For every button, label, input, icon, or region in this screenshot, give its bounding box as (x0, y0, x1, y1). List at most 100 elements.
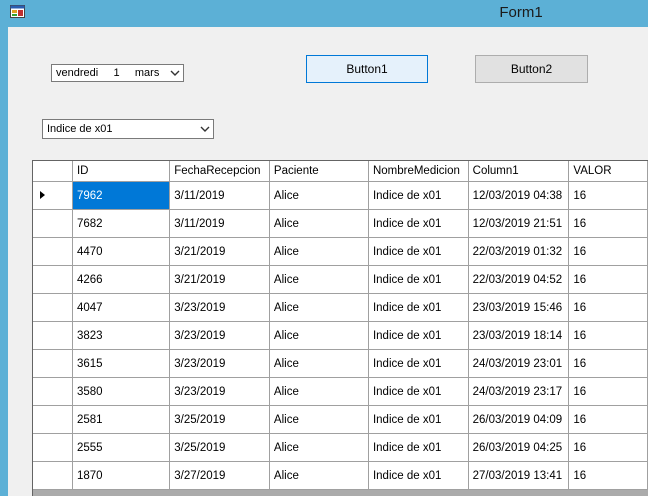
table-cell[interactable]: Alice (269, 377, 369, 406)
table-row[interactable]: 4266 3/21/2019 Alice Indice de x01 22/03/201… (33, 265, 648, 294)
row-header[interactable] (33, 237, 73, 266)
table-row[interactable]: 3823 3/23/2019 Alice Indice de x01 23/03/201… (33, 321, 648, 350)
table-cell[interactable]: 16 (568, 433, 648, 462)
table-row[interactable]: 4047 3/23/2019 Alice Indice de x01 23/03/201… (33, 293, 648, 322)
table-cell[interactable]: 3/21/2019 (169, 265, 270, 294)
table-cell[interactable]: 16 (568, 293, 648, 322)
row-header[interactable] (33, 377, 73, 406)
table-row[interactable]: 4470 3/21/2019 Alice Indice de x01 22/03/201… (33, 237, 648, 266)
table-cell[interactable]: Alice (269, 265, 369, 294)
column-header[interactable]: Column1 (468, 161, 570, 182)
table-row[interactable]: 2581 3/25/2019 Alice Indice de x01 26/03/201… (33, 405, 648, 434)
table-cell[interactable]: 3580 (72, 377, 171, 406)
column-header[interactable]: ID (72, 161, 171, 182)
table-cell[interactable]: 24/03/2019 23:01 (468, 349, 570, 378)
table-cell[interactable]: Indice de x01 (368, 461, 469, 490)
table-cell[interactable]: 16 (568, 237, 648, 266)
row-header[interactable] (33, 181, 73, 210)
table-cell[interactable]: 3615 (72, 349, 171, 378)
button1[interactable]: Button1 (306, 55, 428, 83)
row-header[interactable] (33, 433, 73, 462)
table-cell[interactable]: 16 (568, 265, 648, 294)
table-cell[interactable]: Indice de x01 (368, 293, 469, 322)
table-cell[interactable]: Alice (269, 433, 369, 462)
table-cell[interactable]: 3/11/2019 (169, 209, 270, 238)
measurement-combobox[interactable]: Indice de x01 (42, 119, 214, 139)
table-cell[interactable]: 24/03/2019 23:17 (468, 377, 570, 406)
column-header[interactable]: NombreMedicion (368, 161, 469, 182)
table-cell[interactable]: Indice de x01 (368, 405, 469, 434)
row-header[interactable] (33, 265, 73, 294)
table-cell[interactable]: 7962 (72, 181, 171, 210)
row-header[interactable] (33, 349, 73, 378)
table-cell[interactable]: 27/03/2019 13:41 (468, 461, 570, 490)
header-corner[interactable] (33, 161, 73, 182)
table-cell[interactable]: Indice de x01 (368, 321, 469, 350)
table-cell[interactable]: 2555 (72, 433, 171, 462)
row-header[interactable] (33, 405, 73, 434)
button2[interactable]: Button2 (475, 55, 588, 83)
table-cell[interactable]: Indice de x01 (368, 209, 469, 238)
table-cell[interactable]: 3/23/2019 (169, 321, 270, 350)
table-cell[interactable]: 7682 (72, 209, 171, 238)
table-cell[interactable]: Alice (269, 181, 369, 210)
row-header[interactable] (33, 461, 73, 490)
table-cell[interactable]: 3823 (72, 321, 171, 350)
title-bar[interactable]: Form1 (0, 0, 648, 27)
table-cell[interactable]: 3/23/2019 (169, 349, 270, 378)
table-cell[interactable]: 16 (568, 377, 648, 406)
column-header[interactable]: VALOR (568, 161, 648, 182)
table-cell[interactable]: 16 (568, 209, 648, 238)
table-cell[interactable]: Alice (269, 349, 369, 378)
table-cell[interactable]: 26/03/2019 04:25 (468, 433, 570, 462)
date-picker[interactable]: vendredi 1 mars (51, 64, 184, 82)
row-header[interactable] (33, 293, 73, 322)
table-cell[interactable]: 23/03/2019 15:46 (468, 293, 570, 322)
table-cell[interactable]: 16 (568, 461, 648, 490)
table-cell[interactable]: Alice (269, 293, 369, 322)
table-cell[interactable]: 3/21/2019 (169, 237, 270, 266)
table-cell[interactable]: Indice de x01 (368, 377, 469, 406)
table-cell[interactable]: 12/03/2019 04:38 (468, 181, 570, 210)
table-cell[interactable]: 3/23/2019 (169, 377, 270, 406)
table-cell[interactable]: 12/03/2019 21:51 (468, 209, 570, 238)
table-cell[interactable]: 16 (568, 321, 648, 350)
chevron-down-icon[interactable] (200, 124, 210, 134)
table-cell[interactable]: 3/11/2019 (169, 181, 270, 210)
table-cell[interactable]: 3/23/2019 (169, 293, 270, 322)
table-cell[interactable]: Alice (269, 237, 369, 266)
table-row[interactable]: 2555 3/25/2019 Alice Indice de x01 26/03/201… (33, 433, 648, 462)
row-header[interactable] (33, 209, 73, 238)
column-header[interactable]: Paciente (269, 161, 369, 182)
table-cell[interactable]: 22/03/2019 01:32 (468, 237, 570, 266)
data-grid[interactable]: ID FechaRecepcion Paciente NombreMedicio… (32, 160, 648, 496)
table-cell[interactable]: 16 (568, 349, 648, 378)
table-row[interactable]: 1870 3/27/2019 Alice Indice de x01 27/03/201… (33, 461, 648, 490)
table-row[interactable]: 3580 3/23/2019 Alice Indice de x01 24/03/201… (33, 377, 648, 406)
table-row[interactable]: 7682 3/11/2019 Alice Indice de x01 12/03/201… (33, 209, 648, 238)
table-cell[interactable]: Alice (269, 209, 369, 238)
table-cell[interactable]: Alice (269, 321, 369, 350)
table-cell[interactable]: Indice de x01 (368, 349, 469, 378)
table-cell[interactable]: Indice de x01 (368, 265, 469, 294)
table-cell[interactable]: Alice (269, 461, 369, 490)
table-cell[interactable]: Alice (269, 405, 369, 434)
table-cell[interactable]: 4047 (72, 293, 171, 322)
table-cell[interactable]: 22/03/2019 04:52 (468, 265, 570, 294)
row-header[interactable] (33, 321, 73, 350)
table-cell[interactable]: Indice de x01 (368, 237, 469, 266)
chevron-down-icon[interactable] (170, 68, 180, 78)
table-cell[interactable]: 3/25/2019 (169, 433, 270, 462)
table-row[interactable]: 7962 3/11/2019 Alice Indice de x01 12/03/201… (33, 181, 648, 210)
table-cell[interactable]: 3/25/2019 (169, 405, 270, 434)
table-row[interactable]: 3615 3/23/2019 Alice Indice de x01 24/03/201… (33, 349, 648, 378)
table-cell[interactable]: 2581 (72, 405, 171, 434)
table-cell[interactable]: 16 (568, 181, 648, 210)
table-cell[interactable]: 3/27/2019 (169, 461, 270, 490)
table-cell[interactable]: 16 (568, 405, 648, 434)
table-cell[interactable]: Indice de x01 (368, 181, 469, 210)
table-cell[interactable]: 23/03/2019 18:14 (468, 321, 570, 350)
table-cell[interactable]: 4266 (72, 265, 171, 294)
table-cell[interactable]: 26/03/2019 04:09 (468, 405, 570, 434)
table-cell[interactable]: 1870 (72, 461, 171, 490)
